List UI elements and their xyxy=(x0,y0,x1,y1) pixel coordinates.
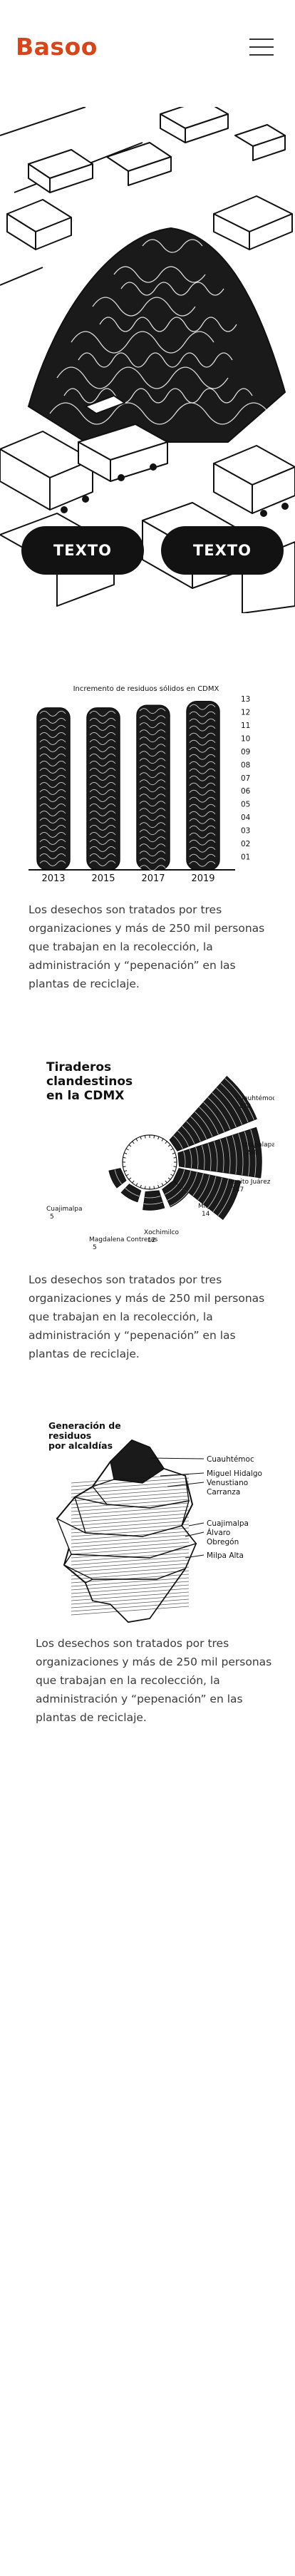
ring-tick xyxy=(173,1156,177,1159)
x-tick-label: 2017 xyxy=(141,873,165,884)
ring-tick xyxy=(167,1144,171,1147)
ring-tick xyxy=(161,1183,164,1186)
value-label: 5 xyxy=(93,1244,97,1251)
chart-title-line: clandestinos xyxy=(46,1074,133,1089)
chart-title-line: Tiraderos xyxy=(46,1060,111,1074)
chart-title-line: por alcaldías xyxy=(48,1440,113,1451)
ring-tick xyxy=(153,1186,155,1189)
category-label: Cuauhtémoc xyxy=(235,1094,274,1102)
y-tick-label: 13 xyxy=(241,695,250,704)
bar-2015 xyxy=(86,707,120,871)
ring-tick xyxy=(170,1148,174,1151)
ring-tick xyxy=(157,1136,160,1140)
map-label: Milpa Alta xyxy=(207,1551,244,1560)
ring-tick xyxy=(123,1156,126,1159)
y-tick-label: 11 xyxy=(241,722,250,730)
ring-tick xyxy=(124,1152,128,1154)
y-tick-label: 09 xyxy=(241,748,250,756)
ring-tick xyxy=(140,1136,142,1140)
value-label: 147 xyxy=(232,1186,244,1194)
value-label: 14 xyxy=(202,1211,210,1218)
value-label: 270 xyxy=(239,1103,251,1110)
ring-tick xyxy=(128,1144,132,1147)
y-tick-label: 06 xyxy=(241,787,251,796)
y-tick-label: 08 xyxy=(241,761,250,769)
ring-tick xyxy=(161,1138,164,1141)
value-label: 249 xyxy=(246,1149,258,1156)
ring-tick xyxy=(165,1180,167,1184)
y-tick-label: 04 xyxy=(241,814,251,822)
y-tick-label: 05 xyxy=(241,801,250,809)
ring-tick xyxy=(167,1177,171,1180)
category-label: Cuajimalpa xyxy=(46,1206,83,1213)
category-label: Xochimilco xyxy=(144,1229,180,1236)
ring-tick xyxy=(128,1177,132,1180)
radial-bar-2 xyxy=(143,1190,165,1211)
y-tick-label: 07 xyxy=(241,774,250,783)
hero-button-right[interactable]: TEXTO xyxy=(161,526,284,575)
section-1-paragraph: Los desechos son tratados por tres organ… xyxy=(29,903,265,990)
illegal-dumps-chart-svg: Tiraderosclandestinosen la CDMX Cuajimalp… xyxy=(46,1060,276,1251)
ring-tick xyxy=(125,1148,129,1151)
waste-by-borough-map-svg: Generación deresiduospor alcaldías Cuauht… xyxy=(48,1420,262,1623)
menu-line xyxy=(249,54,274,56)
ring-tick xyxy=(125,1174,129,1176)
brand-logo[interactable]: Basoo xyxy=(16,33,98,61)
x-tick-label: 2019 xyxy=(191,873,214,884)
waste-by-borough-map: Generación de residuos por alcaldías Cuauht… xyxy=(43,1419,278,1633)
ring-tick xyxy=(123,1166,126,1168)
y-tick-label: 12 xyxy=(241,708,250,717)
ring-tick xyxy=(132,1141,135,1144)
ring-tick xyxy=(140,1184,142,1188)
chart-title-line: Generación de xyxy=(48,1420,121,1431)
y-tick-label: 02 xyxy=(241,840,250,848)
bar-2013 xyxy=(36,707,71,871)
ring-tick xyxy=(157,1184,160,1188)
inner-ring xyxy=(122,1134,177,1190)
y-tick-label: 10 xyxy=(241,734,250,743)
illegal-dumps-chart: Tiraderos clandestinos en la CDMX Cuajimalp… xyxy=(39,1055,276,1255)
section-2-paragraph: Los desechos son tratados por tres organ… xyxy=(29,1273,265,1360)
category-label: Iztapalapa xyxy=(242,1141,274,1149)
ring-tick xyxy=(170,1174,174,1176)
menu-line xyxy=(249,39,274,40)
site-header: Basoo xyxy=(0,0,295,100)
ring-tick xyxy=(153,1135,155,1139)
map-leader-line xyxy=(188,1522,205,1526)
category-label: Benito Juárez xyxy=(228,1179,271,1186)
y-tick-label: 01 xyxy=(241,853,250,862)
value-label: 5 xyxy=(50,1213,54,1221)
map-label: Cuauhtémoc xyxy=(207,1455,254,1464)
x-tick-label: 2013 xyxy=(41,873,65,884)
map-label: Obregón xyxy=(207,1538,239,1546)
menu-line xyxy=(249,46,274,48)
value-label: 12 xyxy=(148,1237,155,1244)
hamburger-menu-icon[interactable] xyxy=(249,36,275,58)
chart-title: Incremento de residuos sólidos en CDMX xyxy=(73,684,219,693)
x-tick-label: 2015 xyxy=(91,873,115,884)
truck-illustration xyxy=(160,107,229,143)
ring-tick xyxy=(165,1141,167,1144)
y-tick-label: 03 xyxy=(241,827,250,836)
map-label: Álvaro xyxy=(207,1528,230,1537)
map-label: Miguel Hidalgo xyxy=(207,1469,262,1478)
waste-growth-chart: Incremento de residuos sólidos en CDMX 13… xyxy=(29,681,264,895)
hero-button-left[interactable]: TEXTO xyxy=(21,526,144,575)
trash-pile-illustration xyxy=(27,227,286,443)
map-label: Carranza xyxy=(207,1488,240,1497)
map-label: Cuajimalpa xyxy=(207,1519,249,1528)
chart-title-line: residuos xyxy=(48,1430,91,1441)
section-3-paragraph: Los desechos son tratados por tres organ… xyxy=(36,1637,272,1724)
ring-tick xyxy=(135,1138,138,1141)
chart-title-line: en la CDMX xyxy=(46,1089,124,1103)
waste-growth-chart-svg: Incremento de residuos sólidos en CDMX 13… xyxy=(29,684,251,884)
map-label: Venustiano xyxy=(207,1479,248,1487)
ring-tick xyxy=(172,1152,175,1154)
ring-tick xyxy=(173,1166,177,1168)
ring-tick xyxy=(132,1180,135,1184)
ring-tick xyxy=(135,1183,138,1186)
